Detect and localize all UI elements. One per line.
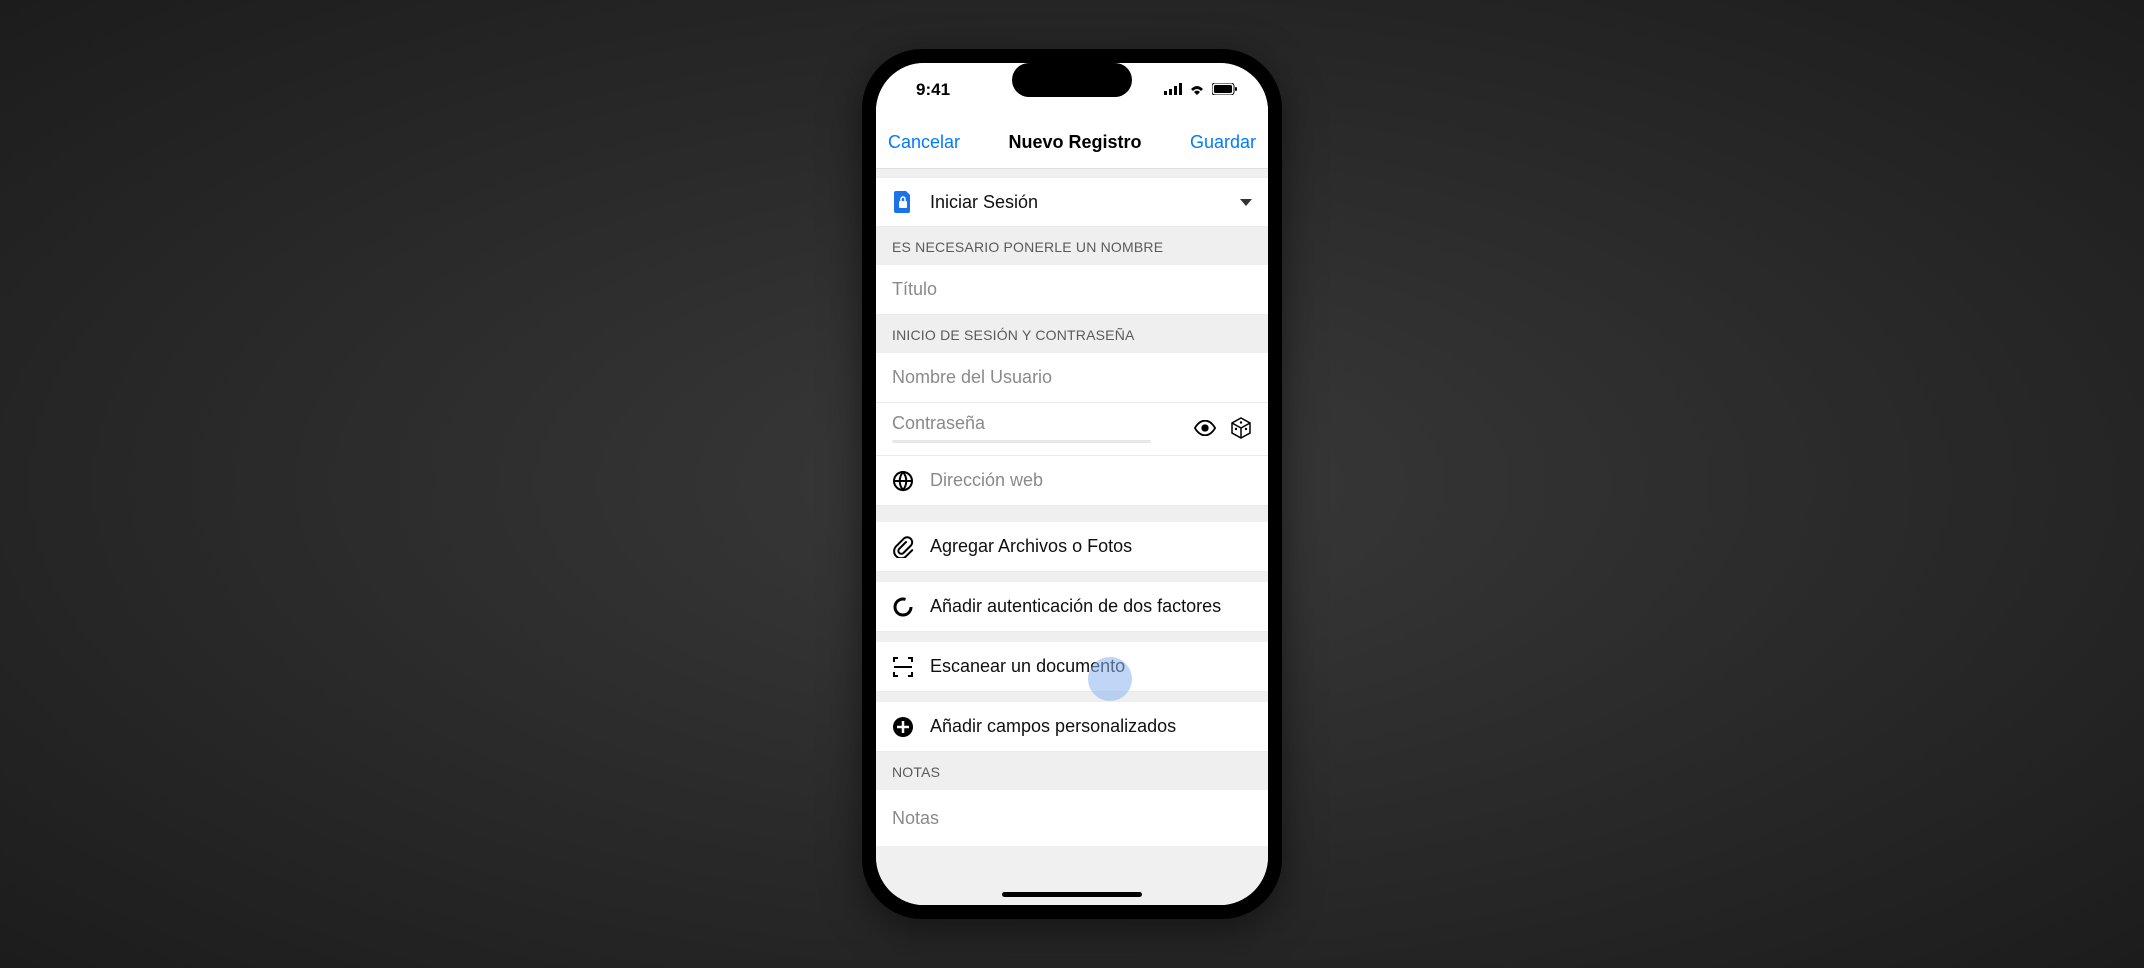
- phone-frame: 9:41 Cancelar Nuevo Registro Guardar: [862, 49, 1282, 919]
- status-icons: [1164, 80, 1238, 100]
- website-input[interactable]: [930, 470, 1252, 491]
- title-input[interactable]: [892, 279, 1252, 300]
- save-button[interactable]: Guardar: [1190, 132, 1256, 153]
- notes-row[interactable]: [876, 790, 1268, 846]
- paperclip-icon: [892, 536, 914, 558]
- custom-fields-label: Añadir campos personalizados: [930, 716, 1176, 737]
- section-header-name: ES NECESARIO PONERLE UN NOMBRE: [876, 227, 1268, 265]
- section-header-login: INICIO DE SESIÓN Y CONTRASEÑA: [876, 315, 1268, 353]
- record-type-selector[interactable]: Iniciar Sesión: [876, 177, 1268, 227]
- notes-input[interactable]: [892, 808, 1252, 829]
- section-header-notes: NOTAS: [876, 752, 1268, 790]
- wifi-icon: [1188, 80, 1206, 100]
- loading-circle-icon: [892, 596, 914, 618]
- password-input[interactable]: Contraseña: [892, 413, 1180, 434]
- globe-icon: [892, 470, 914, 492]
- two-factor-row[interactable]: Añadir autenticación de dos factores: [876, 582, 1268, 632]
- cancel-button[interactable]: Cancelar: [888, 132, 960, 153]
- two-factor-label: Añadir autenticación de dos factores: [930, 596, 1221, 617]
- attach-files-row[interactable]: Agregar Archivos o Fotos: [876, 522, 1268, 572]
- custom-fields-row[interactable]: Añadir campos personalizados: [876, 702, 1268, 752]
- scan-document-row[interactable]: Escanear un documento: [876, 642, 1268, 692]
- status-time: 9:41: [916, 80, 950, 100]
- dice-icon[interactable]: [1230, 417, 1252, 439]
- scan-icon: [892, 656, 914, 678]
- username-row[interactable]: [876, 353, 1268, 403]
- nav-bar: Cancelar Nuevo Registro Guardar: [876, 117, 1268, 169]
- website-row[interactable]: [876, 456, 1268, 506]
- title-row[interactable]: [876, 265, 1268, 315]
- home-indicator[interactable]: [1002, 892, 1142, 897]
- cellular-icon: [1164, 80, 1182, 100]
- battery-icon: [1212, 80, 1238, 100]
- plus-circle-icon: [892, 716, 914, 738]
- phone-screen: 9:41 Cancelar Nuevo Registro Guardar: [876, 63, 1268, 905]
- scan-document-label: Escanear un documento: [930, 656, 1125, 677]
- attach-files-label: Agregar Archivos o Fotos: [930, 536, 1132, 557]
- username-input[interactable]: [892, 367, 1252, 388]
- page-title: Nuevo Registro: [1008, 132, 1141, 153]
- eye-icon[interactable]: [1194, 417, 1216, 439]
- password-row[interactable]: Contraseña: [876, 403, 1268, 456]
- notch: [1012, 63, 1132, 97]
- lock-document-icon: [892, 191, 914, 213]
- form-content[interactable]: Iniciar Sesión ES NECESARIO PONERLE UN N…: [876, 169, 1268, 905]
- record-type-label: Iniciar Sesión: [930, 192, 1038, 213]
- password-strength-bar: [892, 440, 1151, 443]
- chevron-down-icon: [1240, 199, 1252, 206]
